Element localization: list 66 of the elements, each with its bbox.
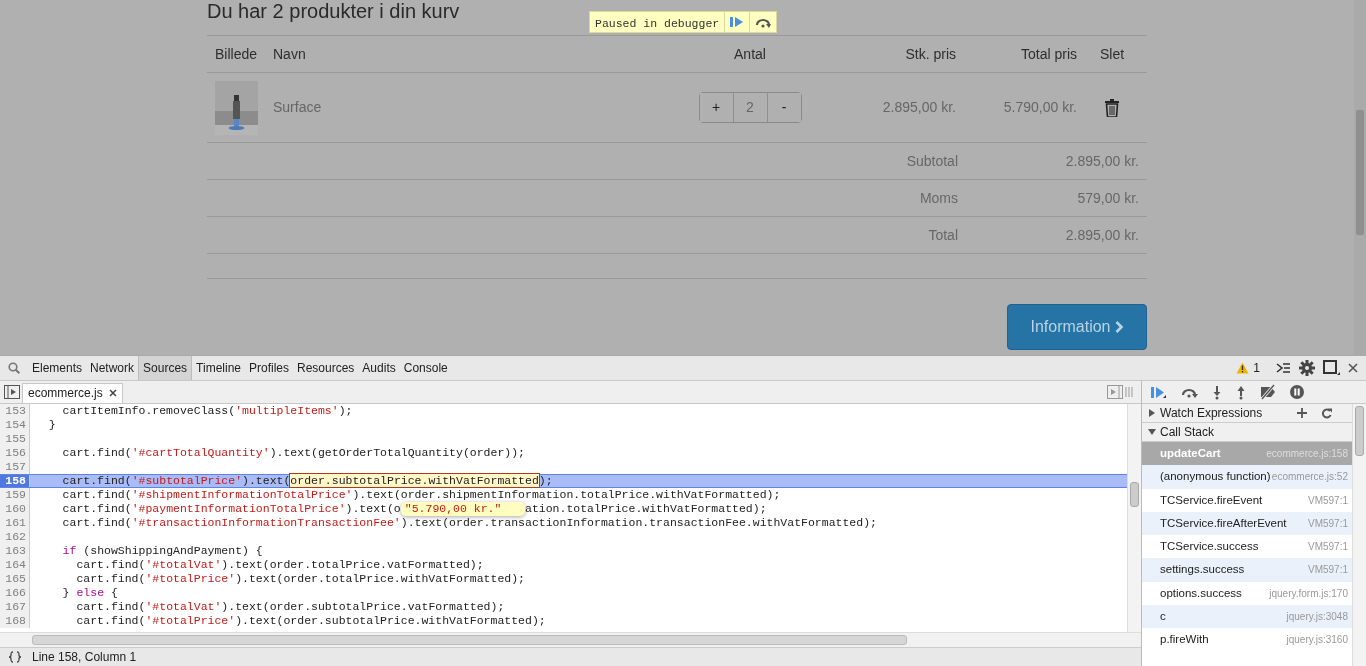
function-name: updateCart (1160, 446, 1221, 461)
file-tab[interactable]: ecommerce.js (22, 382, 123, 403)
code-line: cart.find('#totalVat').text(order.totalPrice.vatFormatted); (75, 557, 484, 572)
function-name: c (1160, 608, 1166, 624)
summary-value: 579,00 kr. (1077, 189, 1139, 206)
function-name: options.success (1160, 585, 1242, 601)
devtools-tab[interactable]: Elements (28, 356, 87, 380)
code-line: cart.find('#totalPrice').text(order.subtotalPrice.withVatFormatted); (75, 613, 546, 628)
source-location: VM597:1 (1307, 563, 1348, 578)
code-line: cart.find('#shipmentInformationTotalPrice').text(order.shipmentInformation.totalPrice.withVatFormatted); (61, 487, 781, 502)
column-header: Navn (273, 45, 306, 62)
devtools-tab[interactable]: Profiles (245, 356, 293, 380)
source-location: VM597:1 (1307, 540, 1348, 554)
source-location: VM597:1 (1307, 493, 1348, 508)
function-name: (anonymous function) (1160, 469, 1271, 485)
function-name: TCService.fireAfterEvent (1160, 515, 1287, 531)
cart-heading: Du har 2 produkter i din kurv (207, 0, 460, 24)
function-name: TCService.fireEvent (1160, 492, 1263, 508)
source-location: ecommerce.js:52 (1271, 470, 1348, 485)
code-line: cart.find('#transactionInformationTransactionFee').text(order.transactionInformation.transactionFee.withVatFormatted); (61, 515, 877, 530)
devtools-tab[interactable]: Resources (293, 356, 359, 380)
function-name: TCService.success (1160, 539, 1259, 554)
code-line: } else { (61, 585, 118, 600)
value-popover: "5.790,00 kr." (400, 501, 525, 516)
source-location: VM597:1 (1307, 516, 1348, 531)
function-name: settings.success (1160, 562, 1245, 578)
column-header: Slet (1099, 45, 1125, 62)
summary-label: Subtotal (906, 152, 958, 169)
summary-value: 2.895,00 kr. (1065, 226, 1139, 243)
product-name: Surface (273, 99, 322, 115)
section-title: Watch Expressions (1160, 405, 1264, 422)
code-line: } (47, 417, 56, 432)
column-header: Billede (215, 45, 258, 62)
code-line: cart.find('#subtotalPrice').text(order.subtotalPrice.withVatFormatted); (61, 474, 553, 487)
summary-value: 2.895,00 kr. (1065, 152, 1139, 169)
banner-text: Paused in debugger (594, 16, 721, 32)
devtools-tab[interactable]: Sources (138, 356, 193, 380)
code-line: cartItemInfo.removeClass('multipleItems'); (61, 403, 353, 418)
code-line: cart.find('#cartTotalQuantity').text(getOrderTotalQuantity(order)); (61, 445, 525, 460)
unit-price: 2.895,00 kr. (882, 99, 956, 115)
code-text: ation.totalPrice.withVatFormatted); (525, 501, 767, 515)
code-line: if (showShippingAndPayment) { (61, 543, 263, 558)
source-location: jquery.js:3048 (1286, 609, 1348, 624)
source-location: jquery.form.js:170 (1269, 586, 1348, 601)
column-header: Total pris (1020, 45, 1077, 62)
devtools-tab[interactable]: Timeline (192, 356, 245, 380)
devtools-tab[interactable]: Network (86, 356, 139, 380)
cursor-position: Line 158, Column 1 (32, 649, 137, 666)
code-text: cart.find('#paymentInformationTotalPrice').text(o (61, 501, 401, 515)
section-header[interactable]: Call Stack (1142, 423, 1352, 442)
summary-label: Total (928, 226, 958, 243)
line-number: 158 (0, 474, 30, 487)
devtools-tab[interactable]: Audits (358, 356, 400, 380)
section-header[interactable]: Watch Expressions (1142, 404, 1352, 423)
function-name: p.fireWith (1160, 632, 1209, 647)
file-name: ecommerce.js (28, 385, 103, 403)
summary-label: Moms (919, 189, 958, 206)
warning-count: 1 (1253, 360, 1260, 377)
devtools-tab[interactable]: Console (399, 356, 452, 380)
total-price: 5.790,00 kr. (1003, 99, 1077, 115)
column-header: Stk. pris (905, 45, 956, 62)
section-title: Call Stack (1160, 424, 1216, 441)
code-line: cart.find('#totalPrice').text(order.totalPrice.withVatFormatted); (75, 571, 525, 586)
code-line: cart.find('#totalVat').text(order.subtotalPrice.vatFormatted); (75, 599, 505, 614)
source-location: jquery.js:3160 (1286, 633, 1348, 647)
column-header: Antal (734, 45, 766, 62)
